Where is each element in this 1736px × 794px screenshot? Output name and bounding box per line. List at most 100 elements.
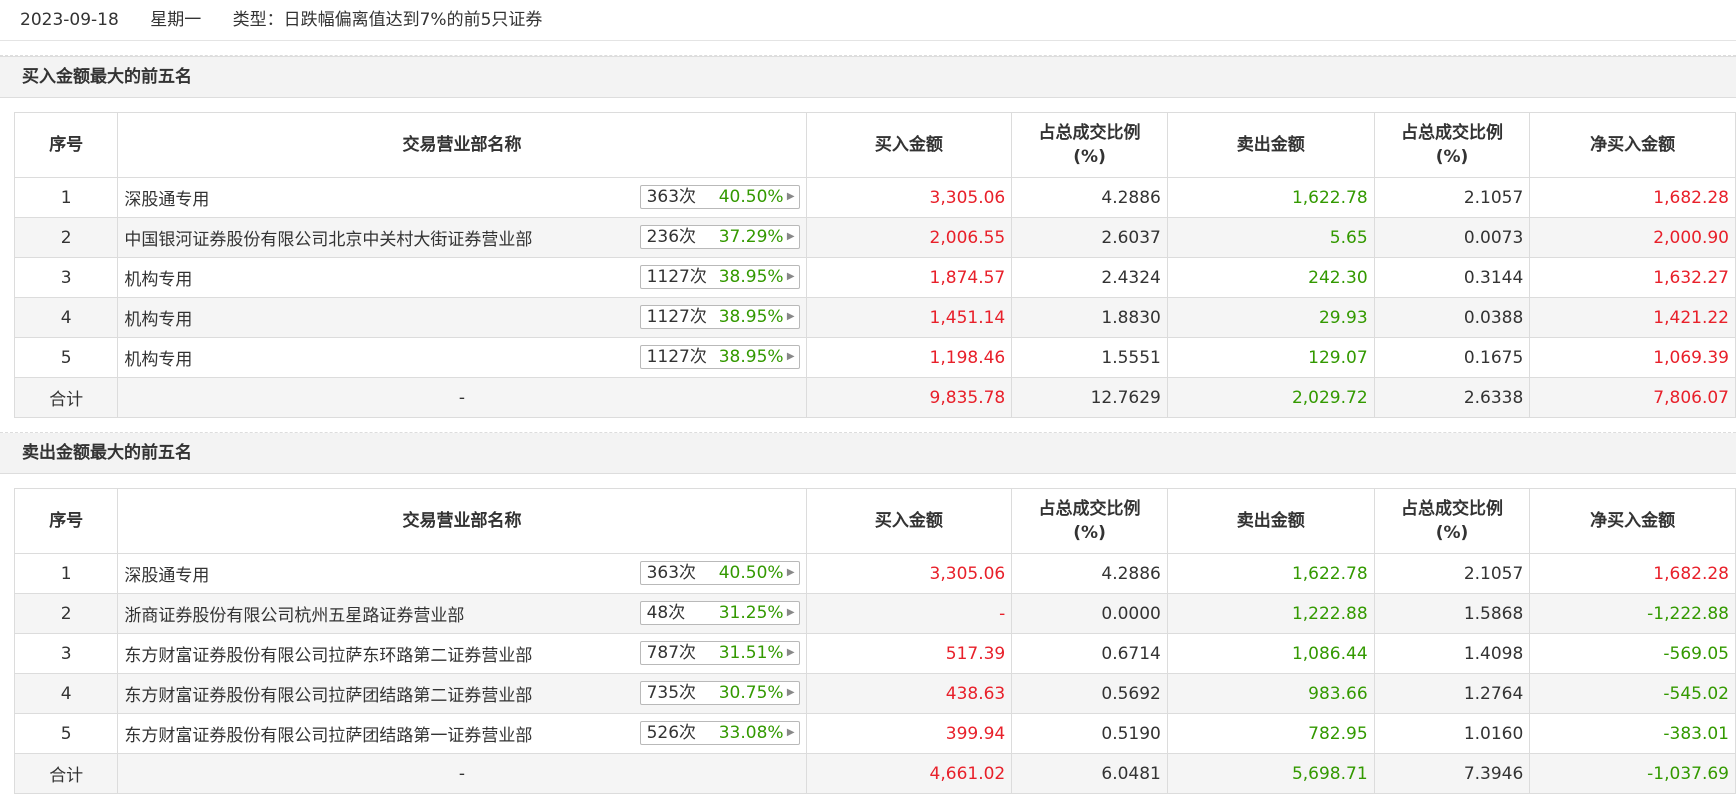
total-label: 合计 — [13, 753, 119, 794]
sell-ratio: 0.3144 — [1373, 257, 1531, 298]
buy-amount: 3,305.06 — [805, 177, 1013, 218]
branch-stats-button[interactable]: 1127次 38.95% ▶ — [639, 305, 800, 329]
branch-stats-button[interactable]: 363次 40.50% ▶ — [639, 185, 800, 209]
branch-stats-button[interactable]: 236次 37.29% ▶ — [639, 225, 800, 249]
branch-name[interactable]: 机构专用 — [124, 345, 192, 370]
caret-right-icon: ▶ — [786, 607, 795, 618]
net-buy-amount: 1,069.39 — [1529, 337, 1736, 378]
branch-name[interactable]: 浙商证券股份有限公司杭州五星路证券营业部 — [124, 601, 464, 626]
caret-right-icon: ▶ — [786, 727, 795, 738]
total-label: 合计 — [13, 377, 119, 418]
branch-name[interactable]: 东方财富证券股份有限公司拉萨团结路第二证券营业部 — [124, 681, 532, 706]
table-row: 5 东方财富证券股份有限公司拉萨团结路第一证券营业部 526次 33.08% ▶ 399.… — [13, 713, 1736, 754]
sell-amount: 782.95 — [1166, 713, 1375, 754]
buy-amount: 1,874.57 — [805, 257, 1013, 298]
total-name-placeholder: - — [117, 753, 807, 794]
branch-name[interactable]: 东方财富证券股份有限公司拉萨团结路第一证券营业部 — [124, 721, 532, 746]
buy-ratio: 1.8830 — [1011, 297, 1168, 338]
branch-stats-button[interactable]: 48次 31.25% ▶ — [639, 601, 800, 625]
branch-name[interactable]: 机构专用 — [124, 305, 192, 330]
buy-top5-table: 序号 交易营业部名称 买入金额 占总成交比例 (%) 卖出金额 占总成交比例 (%) 净买入金额… — [13, 112, 1736, 418]
success-rate: 38.95% — [718, 267, 784, 287]
net-buy-amount: -383.01 — [1529, 713, 1736, 754]
buy-amount: 3,305.06 — [805, 553, 1013, 594]
total-buy-amount: 9,835.78 — [805, 377, 1013, 418]
row-index: 4 — [13, 673, 119, 714]
sell-ratio: 0.0388 — [1373, 297, 1531, 338]
table-row: 2 浙商证券股份有限公司杭州五星路证券营业部 48次 31.25% ▶ -0.0000 1,… — [13, 593, 1736, 634]
total-sell-ratio: 7.3946 — [1373, 753, 1531, 794]
sell-ratio: 0.1675 — [1373, 337, 1531, 378]
branch-name-cell: 中国银河证券股份有限公司北京中关村大街证券营业部 236次 37.29% ▶ — [117, 217, 807, 258]
success-rate: 30.75% — [718, 683, 784, 703]
branch-stats-button[interactable]: 526次 33.08% ▶ — [639, 721, 800, 745]
row-index: 1 — [13, 553, 119, 594]
branch-name[interactable]: 机构专用 — [124, 265, 192, 290]
row-index: 2 — [13, 217, 119, 258]
caret-right-icon: ▶ — [786, 647, 795, 658]
buy-table-body: 1 深股通专用 363次 40.50% ▶ 3,305.06 4.2886 1,622.78 2… — [13, 177, 1736, 418]
branch-stats-button[interactable]: 1127次 38.95% ▶ — [639, 265, 800, 289]
total-sell-amount: 2,029.72 — [1166, 377, 1375, 418]
caret-right-icon: ▶ — [786, 351, 795, 362]
caret-right-icon: ▶ — [786, 191, 795, 202]
branch-name-cell: 机构专用 1127次 38.95% ▶ — [117, 337, 807, 378]
buy-ratio: 4.2886 — [1011, 553, 1168, 594]
branch-name[interactable]: 深股通专用 — [124, 185, 209, 210]
listing-count: 787次 — [646, 643, 697, 663]
branch-name-cell: 机构专用 1127次 38.95% ▶ — [117, 257, 807, 298]
caret-right-icon: ▶ — [786, 271, 795, 282]
buy-amount: 399.94 — [805, 713, 1013, 754]
branch-name[interactable]: 深股通专用 — [124, 561, 209, 586]
row-index: 5 — [13, 337, 119, 378]
col-header-buy-amount: 买入金额 — [805, 488, 1013, 554]
row-index: 5 — [13, 713, 119, 754]
listing-count: 48次 — [646, 603, 686, 623]
success-rate: 31.51% — [718, 643, 784, 663]
net-buy-amount: 1,421.22 — [1529, 297, 1736, 338]
buy-amount: 2,006.55 — [805, 217, 1013, 258]
divider — [0, 418, 1736, 433]
caret-right-icon: ▶ — [786, 311, 795, 322]
listing-count: 363次 — [646, 563, 697, 583]
sell-amount: 29.93 — [1166, 297, 1375, 338]
buy-ratio: 0.5190 — [1011, 713, 1168, 754]
branch-name-cell: 机构专用 1127次 38.95% ▶ — [117, 297, 807, 338]
branch-stats-button[interactable]: 787次 31.51% ▶ — [639, 641, 800, 665]
sell-top5-table: 序号 交易营业部名称 买入金额 占总成交比例 (%) 卖出金额 占总成交比例 (%) 净买入金额… — [13, 488, 1736, 794]
row-index: 2 — [13, 593, 119, 634]
col-header-branch-name: 交易营业部名称 — [117, 112, 807, 178]
sell-ratio: 1.0160 — [1373, 713, 1531, 754]
branch-stats-button[interactable]: 363次 40.50% ▶ — [639, 561, 800, 585]
branch-name[interactable]: 东方财富证券股份有限公司拉萨东环路第二证券营业部 — [124, 641, 532, 666]
buy-amount: 517.39 — [805, 633, 1013, 674]
branch-name-cell: 东方财富证券股份有限公司拉萨团结路第二证券营业部 735次 30.75% ▶ — [117, 673, 807, 714]
table-row: 4 东方财富证券股份有限公司拉萨团结路第二证券营业部 735次 30.75% ▶ 438.… — [13, 673, 1736, 714]
success-rate: 31.25% — [718, 603, 784, 623]
branch-stats-button[interactable]: 735次 30.75% ▶ — [639, 681, 800, 705]
table-row: 3 东方财富证券股份有限公司拉萨东环路第二证券营业部 787次 31.51% ▶ 517.… — [13, 633, 1736, 674]
buy-ratio: 2.4324 — [1011, 257, 1168, 298]
branch-name[interactable]: 中国银河证券股份有限公司北京中关村大街证券营业部 — [124, 225, 532, 250]
total-net-buy: -1,037.69 — [1529, 753, 1736, 794]
sell-table-body: 1 深股通专用 363次 40.50% ▶ 3,305.06 4.2886 1,622.78 2… — [13, 553, 1736, 794]
total-row: 合计 -4,661.02 6.0481 5,698.71 7.3946 -1,037.69 — [13, 753, 1736, 794]
col-header-buy-ratio: 占总成交比例 (%) — [1011, 112, 1168, 178]
sell-ratio: 1.4098 — [1373, 633, 1531, 674]
table-row: 3 机构专用 1127次 38.95% ▶ 1,874.57 2.4324 242.30 0.3… — [13, 257, 1736, 298]
success-rate: 40.50% — [718, 563, 784, 583]
total-sell-ratio: 2.6338 — [1373, 377, 1531, 418]
branch-stats-button[interactable]: 1127次 38.95% ▶ — [639, 345, 800, 369]
sell-amount: 1,086.44 — [1166, 633, 1375, 674]
buy-ratio: 0.5692 — [1011, 673, 1168, 714]
caret-right-icon: ▶ — [786, 231, 795, 242]
branch-name-cell: 东方财富证券股份有限公司拉萨团结路第一证券营业部 526次 33.08% ▶ — [117, 713, 807, 754]
col-header-branch-name: 交易营业部名称 — [117, 488, 807, 554]
branch-name-cell: 深股通专用 363次 40.50% ▶ — [117, 553, 807, 594]
success-rate: 37.29% — [718, 227, 784, 247]
sell-ratio: 0.0073 — [1373, 217, 1531, 258]
col-header-net-buy: 净买入金额 — [1529, 488, 1736, 554]
net-buy-amount: 2,000.90 — [1529, 217, 1736, 258]
listing-count: 363次 — [646, 187, 697, 207]
net-buy-amount: -1,222.88 — [1529, 593, 1736, 634]
